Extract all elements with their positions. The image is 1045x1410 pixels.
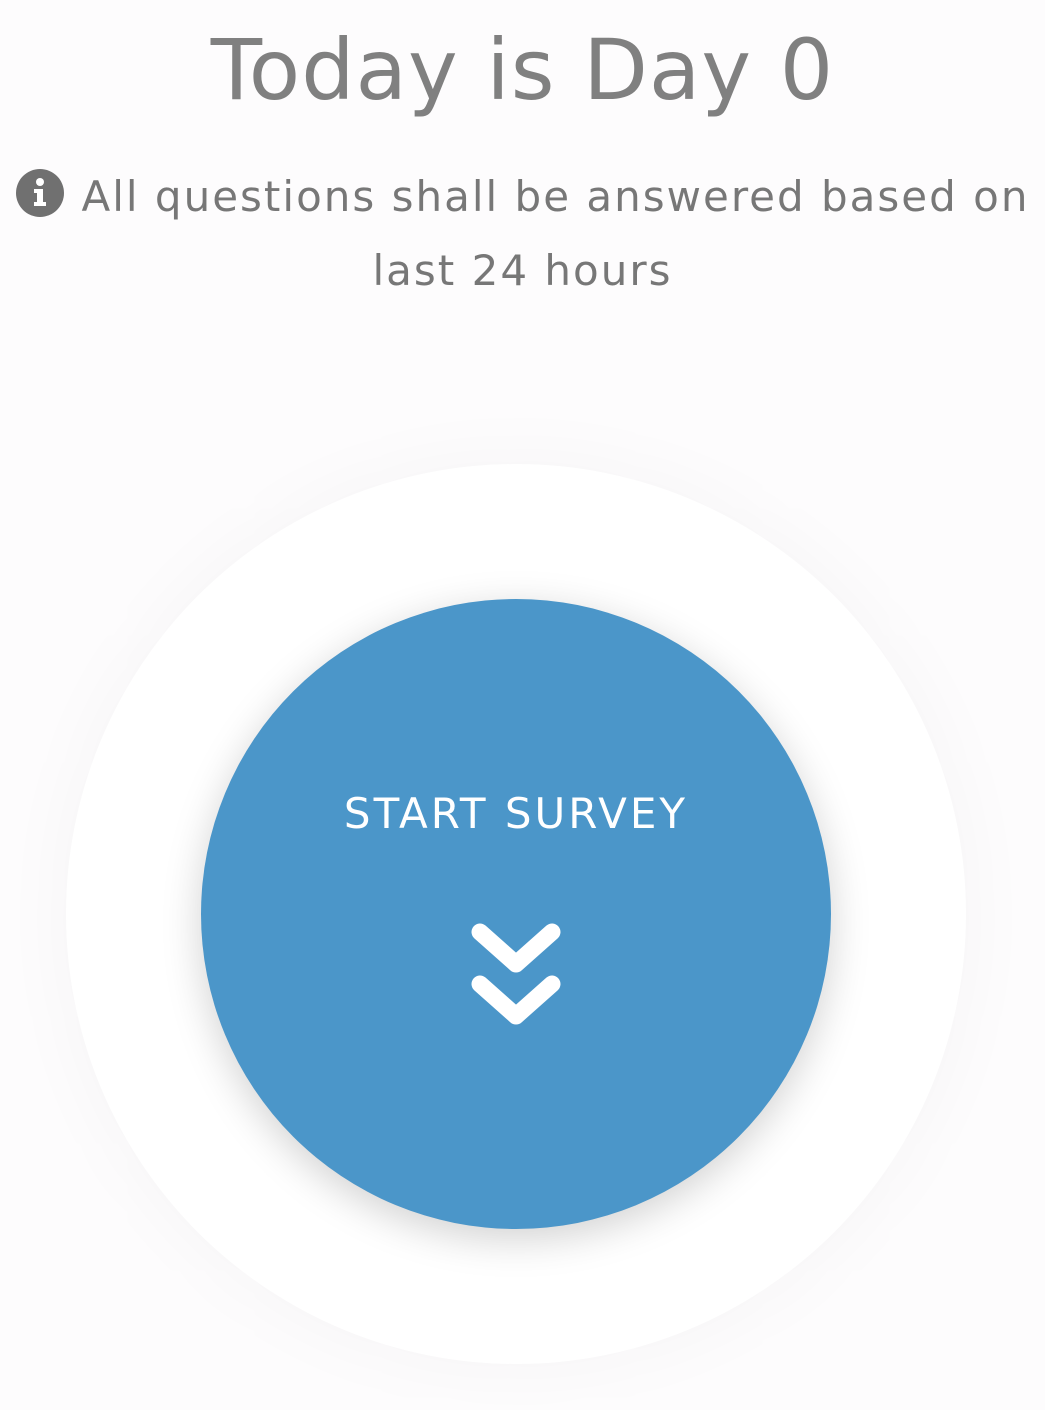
double-chevron-down-icon	[471, 923, 561, 1025]
start-survey-button[interactable]: START SURVEY	[201, 599, 831, 1229]
survey-start-screen: Today is Day 0 All questions shall be an…	[0, 0, 1045, 1410]
page-title: Today is Day 0	[210, 21, 835, 119]
notice-text: All questions shall be answered based on…	[81, 172, 1030, 295]
start-survey-label: START SURVEY	[343, 789, 689, 838]
info-notice: All questions shall be answered based on…	[10, 160, 1035, 308]
info-icon	[15, 169, 64, 217]
